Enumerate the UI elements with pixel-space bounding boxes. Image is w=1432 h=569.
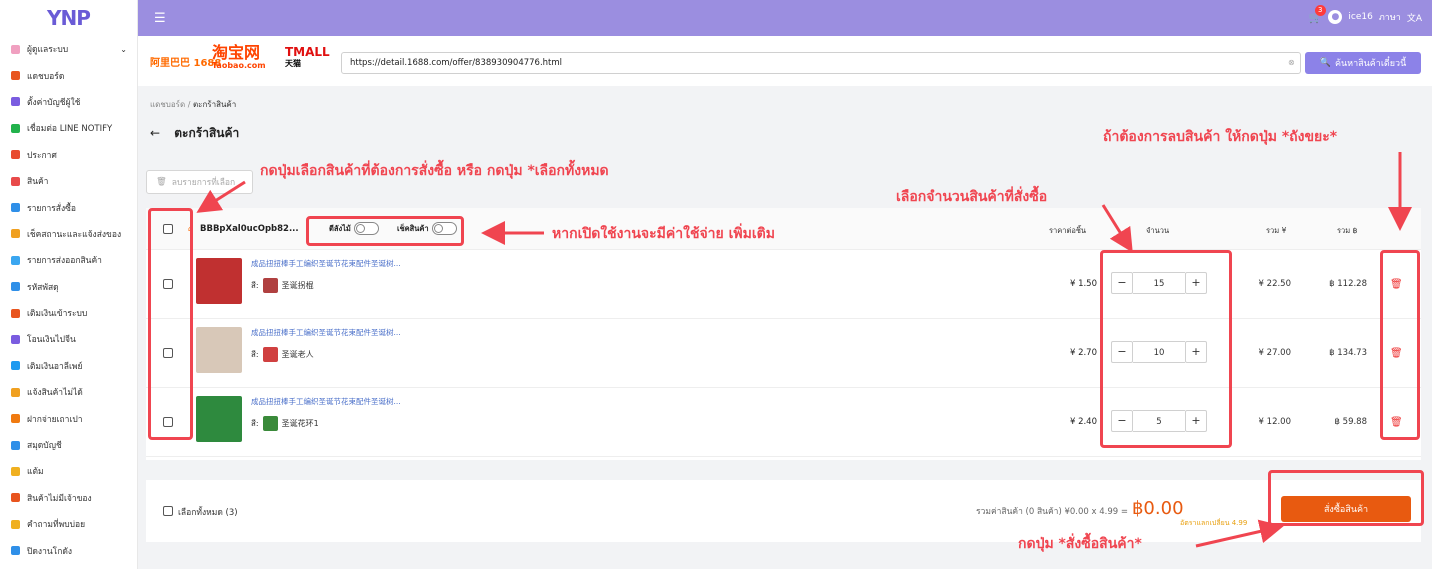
arrow-order bbox=[1195, 519, 1284, 548]
arrow-qty bbox=[1101, 204, 1133, 253]
arrow-select bbox=[196, 180, 246, 213]
annotation-arrows bbox=[196, 152, 1412, 548]
